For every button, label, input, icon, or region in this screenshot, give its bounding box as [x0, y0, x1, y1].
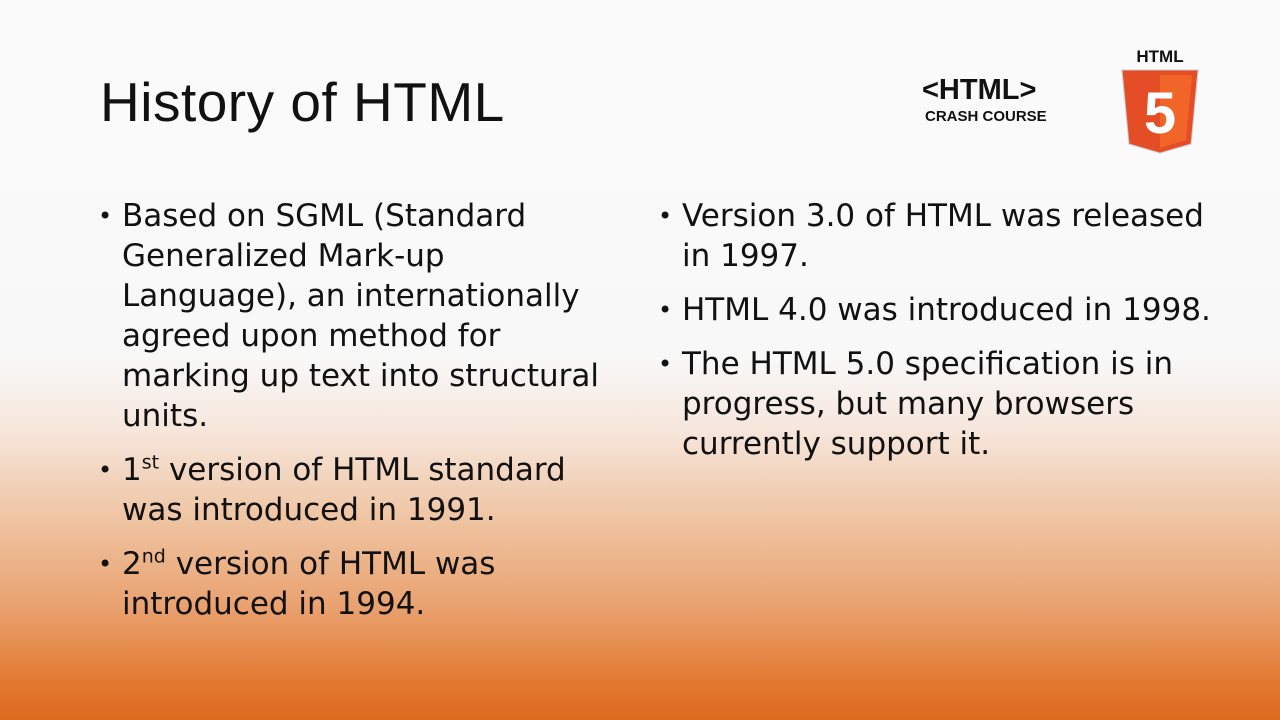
- logo-main-text: <HTML>: [922, 74, 1037, 106]
- right-bullet-list: • Version 3.0 of HTML was released in 19…: [658, 196, 1218, 478]
- bullet-item-first-version: • 1st version of HTML standard was intro…: [98, 450, 628, 530]
- html5-logo-icon: HTML 5: [1121, 47, 1199, 154]
- ordinal-suffix: nd: [141, 545, 166, 568]
- bullet-item-version-3: • Version 3.0 of HTML was released in 19…: [658, 196, 1218, 276]
- bullet-dot-icon: •: [98, 550, 113, 578]
- html-crash-course-logo: <HTML> CRASH COURSE: [922, 74, 1047, 128]
- bullet-item-version-5: • The HTML 5.0 specification is in progr…: [658, 344, 1218, 464]
- bullet-dot-icon: •: [658, 350, 673, 378]
- slide-title: History of HTML: [100, 71, 505, 133]
- bullet-dot-icon: •: [98, 456, 113, 484]
- bullet-text-rest: version of HTML standard was introduced …: [122, 452, 566, 528]
- bullet-text-rest: version of HTML was introduced in 1994.: [122, 546, 496, 622]
- bullet-item-version-4: • HTML 4.0 was introduced in 1998.: [658, 290, 1218, 330]
- bullet-text: Based on SGML (Standard Generalized Mark…: [122, 198, 600, 434]
- bullet-dot-icon: •: [98, 202, 113, 230]
- bullet-dot-icon: •: [658, 296, 673, 324]
- logo-sub-text: CRASH COURSE: [925, 108, 1047, 125]
- slide: History of HTML <HTML> CRASH COURSE HTML…: [0, 0, 1280, 720]
- html5-logo-number: 5: [1144, 81, 1176, 146]
- left-bullet-list: • Based on SGML (Standard Generalized Ma…: [98, 196, 628, 638]
- bullet-item-sgml: • Based on SGML (Standard Generalized Ma…: [98, 196, 628, 436]
- bullet-text: HTML 4.0 was introduced in 1998.: [682, 292, 1211, 328]
- ordinal-suffix: st: [141, 451, 160, 474]
- bullet-text: Version 3.0 of HTML was released in 1997…: [682, 198, 1204, 274]
- bullet-item-second-version: • 2nd version of HTML was introduced in …: [98, 544, 628, 624]
- bullet-text-number: 1: [122, 452, 142, 488]
- bullet-text-number: 2: [122, 546, 142, 582]
- bullet-text: The HTML 5.0 specification is in progres…: [682, 346, 1174, 462]
- bullet-dot-icon: •: [658, 202, 673, 230]
- html5-logo-label: HTML: [1136, 47, 1183, 66]
